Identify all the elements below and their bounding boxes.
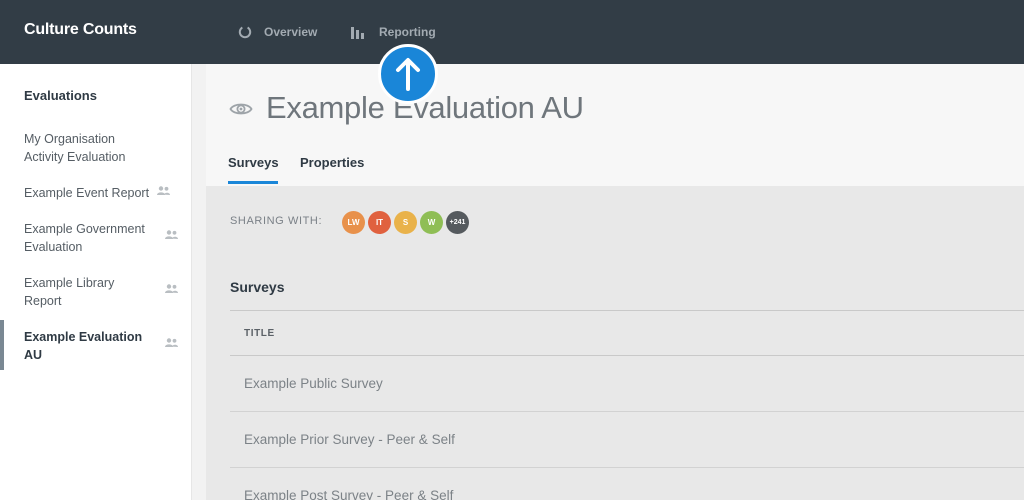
sidebar-item-example-government-evaluation[interactable]: Example Government Evaluation	[24, 220, 184, 256]
table-row[interactable]: Example Public Survey	[230, 356, 1024, 412]
people-icon	[165, 230, 178, 239]
people-icon	[165, 284, 178, 293]
brand-logo[interactable]: Culture Counts	[24, 21, 137, 39]
sidebar-item-example-evaluation-au[interactable]: Example Evaluation AU	[24, 328, 184, 364]
up-arrow-icon	[396, 58, 420, 91]
sidebar-item-label: Example Library Report	[24, 276, 115, 308]
avatar-it[interactable]: IT	[368, 211, 391, 234]
active-indicator	[0, 320, 4, 370]
avatar-w[interactable]: W	[420, 211, 443, 234]
bar-chart-icon	[351, 26, 364, 39]
sidebar-item-label: Example Evaluation AU	[24, 330, 143, 362]
people-icon	[157, 186, 170, 195]
column-header-title[interactable]: TITLE	[230, 310, 1024, 356]
spinner-icon	[238, 25, 252, 39]
evaluation-header: Example Evaluation AU Surveys Properties	[206, 64, 1024, 186]
table-row[interactable]: Example Prior Survey - Peer & Self	[230, 412, 1024, 468]
surveys-section-title: Surveys	[230, 279, 285, 295]
sidebar-item-label: Example Event Report	[24, 186, 150, 200]
nav-reporting-label: Reporting	[379, 25, 436, 39]
avatar-more-count[interactable]: +241	[446, 211, 469, 234]
table-row[interactable]: Example Post Survey - Peer & Self	[230, 468, 1024, 500]
active-tab-underline	[228, 181, 278, 184]
sidebar-item-label: Example Government Evaluation	[24, 222, 145, 254]
sidebar-heading: Evaluations	[24, 88, 97, 103]
nav-overview[interactable]: Overview	[238, 0, 317, 64]
sharing-label: SHARING WITH:	[230, 215, 323, 227]
eye-icon	[229, 103, 253, 115]
nav-overview-label: Overview	[264, 25, 318, 39]
sidebar-gutter	[192, 64, 206, 500]
sidebar-item-label: My Organisation Activity Evaluation	[24, 132, 126, 164]
avatar-lw[interactable]: LW	[342, 211, 365, 234]
surveys-table: TITLE Example Public Survey Example Prio…	[230, 310, 1024, 500]
sidebar-item-example-event-report[interactable]: Example Event Report	[24, 184, 184, 202]
sidebar: Evaluations My Organisation Activity Eva…	[0, 64, 192, 500]
tab-surveys[interactable]: Surveys	[228, 155, 279, 170]
sidebar-item-my-organisation-activity-evaluation[interactable]: My Organisation Activity Evaluation	[24, 130, 184, 166]
tab-properties[interactable]: Properties	[300, 155, 364, 170]
top-navigation-bar: Culture Counts Overview Reporting	[0, 0, 1024, 64]
avatar-s[interactable]: S	[394, 211, 417, 234]
sidebar-item-example-library-report[interactable]: Example Library Report	[24, 274, 184, 310]
people-icon	[165, 338, 178, 347]
surveys-panel: SHARING WITH: LW IT S W +241 Surveys TIT…	[206, 186, 1024, 500]
pointer-arrow-badge	[378, 44, 438, 104]
